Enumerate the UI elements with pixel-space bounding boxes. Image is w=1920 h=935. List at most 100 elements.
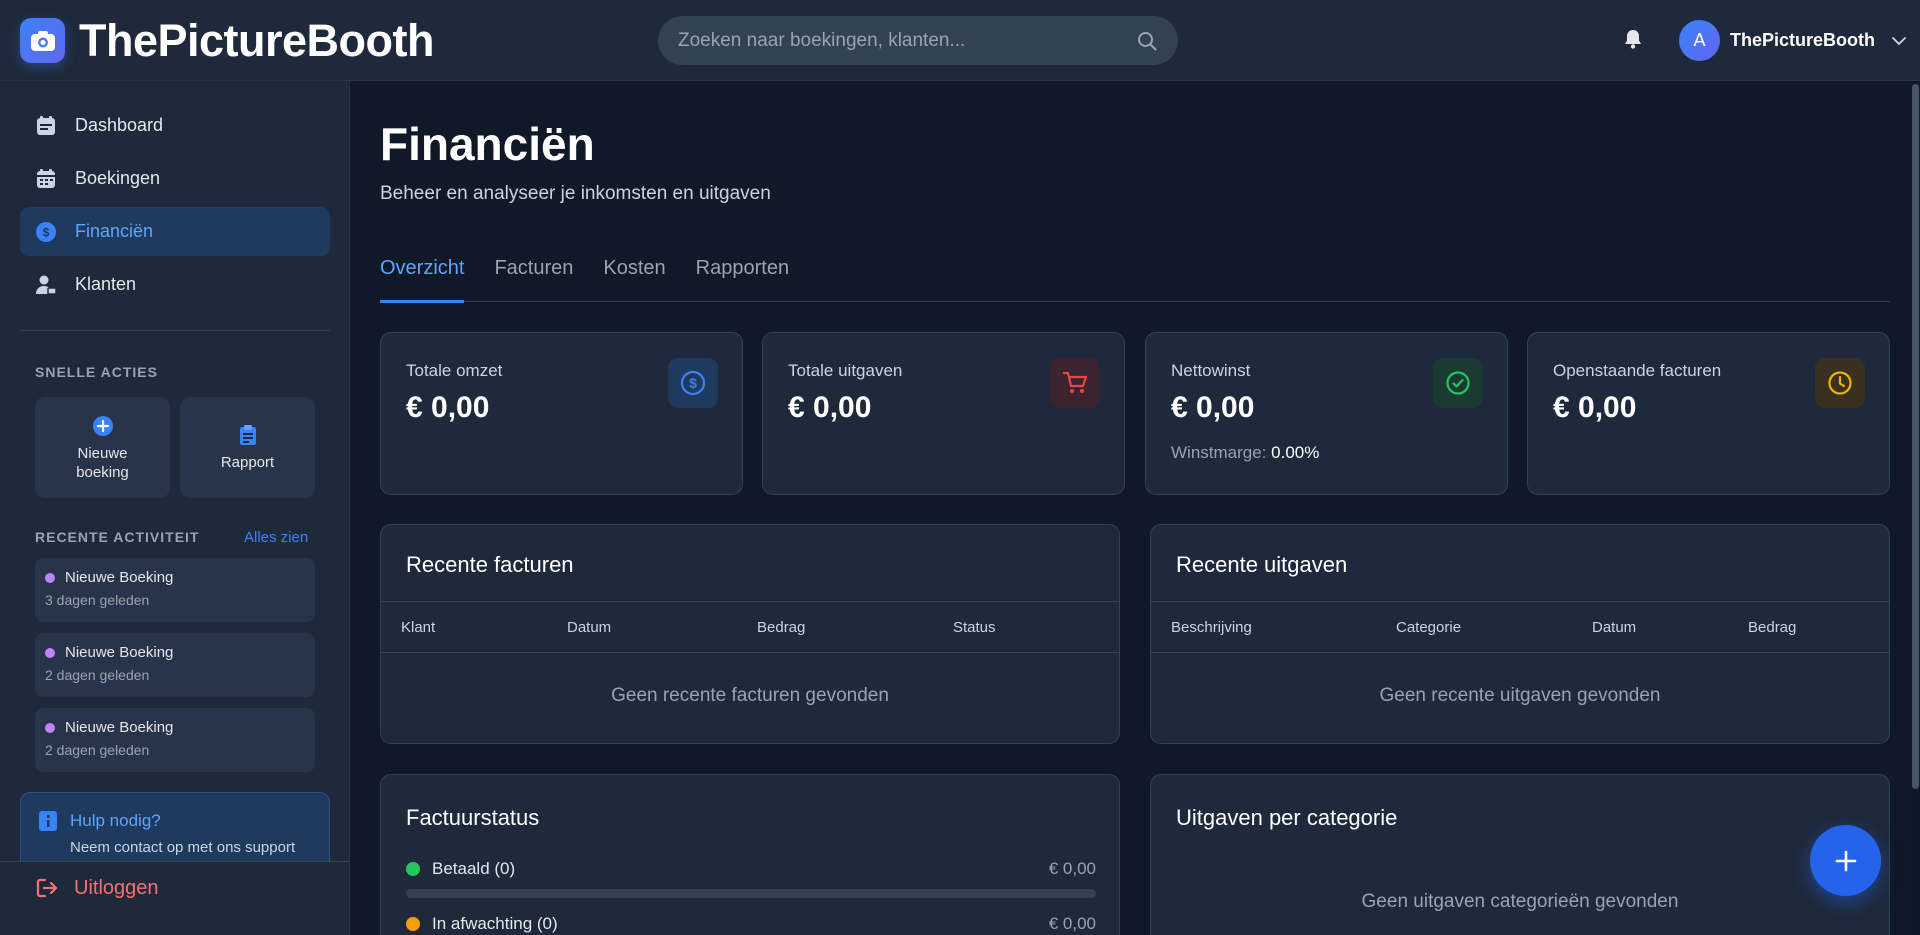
user-icon bbox=[34, 273, 58, 297]
sidebar-item-label: Boekingen bbox=[75, 168, 161, 188]
check-circle-icon bbox=[1433, 358, 1483, 408]
search-icon[interactable] bbox=[1136, 30, 1158, 52]
activity-title: Nieuwe Boeking bbox=[65, 644, 174, 661]
sidebar-item-financien[interactable]: $ Financiën bbox=[20, 207, 330, 256]
column-header: Bedrag bbox=[757, 619, 806, 636]
activity-time: 2 dagen geleden bbox=[45, 742, 150, 758]
status-label: In afwachting (0) bbox=[432, 914, 558, 933]
recent-expenses-card: Recente uitgaven Beschrijving Categorie … bbox=[1150, 524, 1890, 744]
activity-item[interactable]: Nieuwe Boeking 3 dagen geleden bbox=[35, 558, 315, 622]
calendar-icon bbox=[34, 167, 58, 191]
add-button[interactable] bbox=[1810, 825, 1881, 896]
activity-title: Nieuwe Boeking bbox=[65, 719, 174, 736]
logout-button[interactable]: Uitloggen bbox=[35, 876, 159, 900]
user-menu[interactable]: A ThePictureBooth bbox=[1679, 20, 1907, 61]
info-icon bbox=[39, 811, 57, 831]
search-bar[interactable] bbox=[658, 16, 1178, 65]
brand[interactable]: ThePictureBooth bbox=[20, 15, 435, 66]
profit-margin-label: Winstmarge: bbox=[1171, 443, 1267, 462]
new-booking-button[interactable]: Nieuwe boeking bbox=[35, 397, 170, 498]
top-header: ThePictureBooth A ThePictureBooth bbox=[0, 0, 1920, 81]
status-dot bbox=[406, 917, 420, 931]
invoice-status-card: Factuurstatus Betaald (0) € 0,00 In afwa… bbox=[380, 774, 1120, 935]
status-label: Betaald (0) bbox=[432, 859, 516, 878]
plus-icon bbox=[1835, 850, 1856, 871]
column-header: Status bbox=[953, 619, 996, 636]
sidebar-nav: Dashboard Boekingen $ Financiën Klanten bbox=[20, 101, 330, 313]
activity-time: 3 dagen geleden bbox=[45, 592, 150, 608]
expenses-by-category-card: Uitgaven per categorie Geen uitgaven cat… bbox=[1150, 774, 1890, 935]
sidebar-item-label: Dashboard bbox=[75, 115, 164, 135]
quick-actions-title: SNELLE ACTIES bbox=[35, 364, 158, 380]
card-title: Uitgaven per categorie bbox=[1176, 805, 1398, 830]
card-title: Recente uitgaven bbox=[1176, 552, 1348, 577]
search-input[interactable] bbox=[678, 29, 1136, 52]
table-header: Beschrijving Categorie Datum Bedrag bbox=[1151, 601, 1889, 653]
see-all-link[interactable]: Alles zien bbox=[244, 529, 308, 546]
logout-label: Uitloggen bbox=[74, 876, 159, 899]
column-header: Datum bbox=[1592, 619, 1637, 636]
card-title: Recente facturen bbox=[406, 552, 574, 577]
empty-state: Geen recente uitgaven gevonden bbox=[1379, 685, 1661, 706]
clock-icon bbox=[1815, 358, 1865, 408]
brand-name: ThePictureBooth bbox=[79, 15, 435, 66]
status-row-pending: In afwachting (0) € 0,00 bbox=[406, 914, 1096, 934]
progress-bar bbox=[406, 889, 1096, 898]
tab-overzicht[interactable]: Overzicht bbox=[380, 257, 465, 303]
status-amount: € 0,00 bbox=[1048, 859, 1096, 878]
sidebar-item-boekingen[interactable]: Boekingen bbox=[20, 154, 330, 203]
logout-section: Uitloggen bbox=[0, 861, 349, 935]
dollar-icon: $ bbox=[668, 358, 718, 408]
activity-title: Nieuwe Boeking bbox=[65, 569, 174, 586]
column-header: Klant bbox=[401, 619, 436, 636]
empty-state: Geen recente facturen gevonden bbox=[611, 685, 889, 706]
clipboard-icon bbox=[236, 423, 260, 447]
column-header: Datum bbox=[567, 619, 612, 636]
recent-activity-title: RECENTE ACTIVITEIT bbox=[35, 529, 200, 545]
stat-card-total-revenue: Totale omzet € 0,00 $ bbox=[380, 332, 743, 495]
profit-margin: Winstmarge: 0.00% bbox=[1171, 443, 1482, 463]
stat-card-net-profit: Nettowinst € 0,00 Winstmarge: 0.00% bbox=[1145, 332, 1508, 495]
dollar-icon: $ bbox=[34, 220, 58, 244]
bell-icon[interactable] bbox=[1622, 28, 1646, 52]
logout-icon bbox=[35, 876, 59, 900]
cart-icon bbox=[1050, 358, 1100, 408]
page-subtitle: Beheer en analyseer je inkomsten en uitg… bbox=[380, 183, 771, 204]
user-name: ThePictureBooth bbox=[1730, 30, 1876, 50]
help-box[interactable]: Hulp nodig? Neem contact op met ons supp… bbox=[20, 792, 330, 872]
dashboard-icon bbox=[34, 114, 58, 138]
column-header: Categorie bbox=[1396, 619, 1462, 636]
tab-bar: Overzicht Facturen Kosten Rapporten bbox=[380, 257, 1890, 303]
recent-invoices-card: Recente facturen Klant Datum Bedrag Stat… bbox=[380, 524, 1120, 744]
scrollbar-thumb[interactable] bbox=[1912, 84, 1919, 789]
svg-text:$: $ bbox=[689, 375, 697, 391]
quick-action-label: Nieuwe boeking bbox=[76, 444, 129, 481]
main-content: Financiën Beheer en analyseer je inkomst… bbox=[350, 81, 1920, 935]
tab-rapporten[interactable]: Rapporten bbox=[696, 257, 789, 302]
help-text: Neem contact op met ons support bbox=[70, 839, 296, 856]
card-title: Factuurstatus bbox=[406, 805, 540, 830]
svg-text:$: $ bbox=[43, 225, 50, 239]
page-title: Financiën bbox=[380, 118, 595, 170]
stat-card-total-expenses: Totale uitgaven € 0,00 bbox=[762, 332, 1125, 495]
report-button[interactable]: Rapport bbox=[180, 397, 315, 498]
table-header: Klant Datum Bedrag Status bbox=[381, 601, 1119, 653]
help-title: Hulp nodig? bbox=[70, 811, 161, 830]
activity-time: 2 dagen geleden bbox=[45, 667, 150, 683]
activity-item[interactable]: Nieuwe Boeking 2 dagen geleden bbox=[35, 708, 315, 772]
column-header: Beschrijving bbox=[1171, 619, 1252, 636]
tab-facturen[interactable]: Facturen bbox=[494, 257, 573, 302]
activity-dot bbox=[45, 647, 55, 658]
column-header: Bedrag bbox=[1748, 619, 1797, 636]
sidebar-item-label: Klanten bbox=[75, 274, 137, 294]
status-row-paid: Betaald (0) € 0,00 bbox=[406, 859, 1096, 898]
sidebar-item-dashboard[interactable]: Dashboard bbox=[20, 101, 330, 150]
tab-kosten[interactable]: Kosten bbox=[603, 257, 665, 302]
activity-item[interactable]: Nieuwe Boeking 2 dagen geleden bbox=[35, 633, 315, 697]
status-amount: € 0,00 bbox=[1048, 914, 1096, 933]
camera-icon bbox=[20, 18, 65, 63]
sidebar-item-klanten[interactable]: Klanten bbox=[20, 260, 330, 309]
plus-circle-icon bbox=[91, 414, 115, 438]
activity-dot bbox=[45, 722, 55, 733]
sidebar-divider bbox=[20, 330, 330, 331]
